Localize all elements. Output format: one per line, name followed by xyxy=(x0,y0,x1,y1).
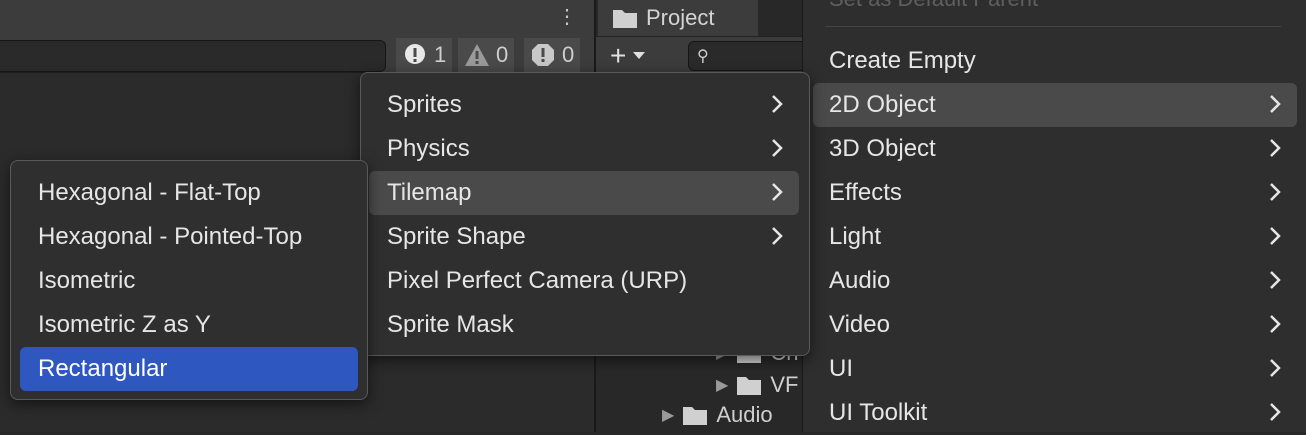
menu-item-label: Tilemap xyxy=(387,179,472,206)
menu-item-tilemap[interactable]: Tilemap xyxy=(369,171,799,215)
menu-item-hexagonal-flat-top[interactable]: Hexagonal - Flat-Top xyxy=(20,171,358,215)
plus-icon: + xyxy=(610,40,627,71)
menu-item-label: Light xyxy=(829,223,882,250)
add-asset-button[interactable]: + xyxy=(610,40,646,71)
tree-item[interactable]: ▶ Audio xyxy=(662,402,773,428)
console-toolbar: ⋮ 1 0 0 xyxy=(0,0,594,73)
menu-item-label: Isometric xyxy=(38,267,136,294)
chevron-right-icon xyxy=(1270,227,1281,245)
menu-item-label: 2D Object xyxy=(829,91,936,118)
error-icon xyxy=(532,44,554,66)
chevron-right-icon xyxy=(772,227,783,245)
menu-item-effects[interactable]: Effects xyxy=(813,171,1297,215)
chevron-right-icon xyxy=(772,95,783,113)
folder-icon xyxy=(737,377,762,395)
menu-item-video[interactable]: Video xyxy=(813,303,1297,347)
menu-item-label: Hexagonal - Pointed-Top xyxy=(38,223,303,250)
menu-item-ui[interactable]: UI xyxy=(813,347,1297,391)
folder-icon xyxy=(683,407,708,425)
menu-item-label: UI xyxy=(829,355,853,382)
info-icon xyxy=(405,44,426,64)
folder-icon xyxy=(613,9,637,28)
warning-icon xyxy=(465,44,489,66)
submenu-tilemap: Hexagonal - Flat-Top Hexagonal - Pointed… xyxy=(10,160,368,400)
menu-item-hexagonal-pointed-top[interactable]: Hexagonal - Pointed-Top xyxy=(20,215,358,259)
menu-item-label: Sprite Shape xyxy=(387,223,526,250)
menu-item-sprites[interactable]: Sprites xyxy=(369,83,799,127)
tab-project-label: Project xyxy=(646,4,715,30)
menu-item-light[interactable]: Light xyxy=(813,215,1297,259)
menu-item-sprite-mask[interactable]: Sprite Mask xyxy=(369,303,799,347)
menu-item-isometric[interactable]: Isometric xyxy=(20,259,358,303)
menu-item-label: Effects xyxy=(829,179,902,206)
menu-item-ui-toolkit[interactable]: UI Toolkit xyxy=(813,391,1297,435)
menu-item-label: Hexagonal - Flat-Top xyxy=(38,179,261,206)
project-search-input[interactable]: ⚲ xyxy=(688,41,810,71)
menu-item-label: 3D Object xyxy=(829,135,936,162)
menu-item-label: Rectangular xyxy=(38,355,168,382)
menu-item-create-empty[interactable]: Create Empty xyxy=(813,39,1297,83)
menu-item-pixel-perfect-camera[interactable]: Pixel Perfect Camera (URP) xyxy=(369,259,799,303)
tab-project[interactable]: Project xyxy=(598,0,758,36)
chevron-right-icon xyxy=(1270,359,1281,377)
menu-separator xyxy=(825,26,1281,27)
info-counter[interactable]: 1 xyxy=(396,38,453,72)
more-options-icon[interactable]: ⋮ xyxy=(557,4,577,30)
chevron-right-icon xyxy=(1270,271,1281,289)
chevron-right-icon xyxy=(1270,139,1281,157)
menu-item-sprite-shape[interactable]: Sprite Shape xyxy=(369,215,799,259)
chevron-right-icon xyxy=(1270,403,1281,421)
menu-item-label: Isometric Z as Y xyxy=(38,311,211,338)
error-count: 0 xyxy=(562,42,575,67)
tree-item-label: VF xyxy=(770,372,799,397)
chevron-down-icon xyxy=(633,52,646,59)
chevron-right-icon xyxy=(772,139,783,157)
expand-arrow-icon: ▶ xyxy=(662,407,675,424)
menu-item-2d-object[interactable]: 2D Object xyxy=(813,83,1297,127)
tree-item-label: Audio xyxy=(716,402,773,427)
warning-counter[interactable]: 0 xyxy=(458,38,515,72)
chevron-right-icon xyxy=(1270,183,1281,201)
menu-item-rectangular[interactable]: Rectangular xyxy=(20,347,358,391)
tree-item[interactable]: ▶ VF xyxy=(716,372,798,398)
menu-item-isometric-z-as-y[interactable]: Isometric Z as Y xyxy=(20,303,358,347)
menu-item-label: Sprite Mask xyxy=(387,311,514,338)
menu-item-label: Create Empty xyxy=(829,47,976,74)
chevron-right-icon xyxy=(1270,95,1281,113)
submenu-2d-object: Sprites Physics Tilemap Sprite Shape Pix… xyxy=(360,72,810,356)
error-counter[interactable]: 0 xyxy=(524,38,581,72)
chevron-right-icon xyxy=(772,183,783,201)
menu-item-label: Physics xyxy=(387,135,470,162)
search-icon: ⚲ xyxy=(697,48,709,65)
set-default-parent-item: Set as Default Parent xyxy=(829,0,1038,12)
menu-item-label: Video xyxy=(829,311,890,338)
menu-item-audio[interactable]: Audio xyxy=(813,259,1297,303)
info-count: 1 xyxy=(434,42,447,67)
chevron-right-icon xyxy=(1270,315,1281,333)
menu-item-physics[interactable]: Physics xyxy=(369,127,799,171)
menu-item-label: UI Toolkit xyxy=(829,399,928,426)
expand-arrow-icon: ▶ xyxy=(716,377,729,394)
console-search-input[interactable] xyxy=(0,40,386,72)
menu-item-label: Sprites xyxy=(387,91,462,118)
menu-item-label: Audio xyxy=(829,267,891,294)
warning-count: 0 xyxy=(496,42,509,67)
create-menu: Set as Default Parent Create Empty 2D Ob… xyxy=(802,0,1306,432)
project-toolbar: + ⚲ xyxy=(596,36,810,75)
menu-item-label: Pixel Perfect Camera (URP) xyxy=(387,267,688,294)
menu-item-3d-object[interactable]: 3D Object xyxy=(813,127,1297,171)
